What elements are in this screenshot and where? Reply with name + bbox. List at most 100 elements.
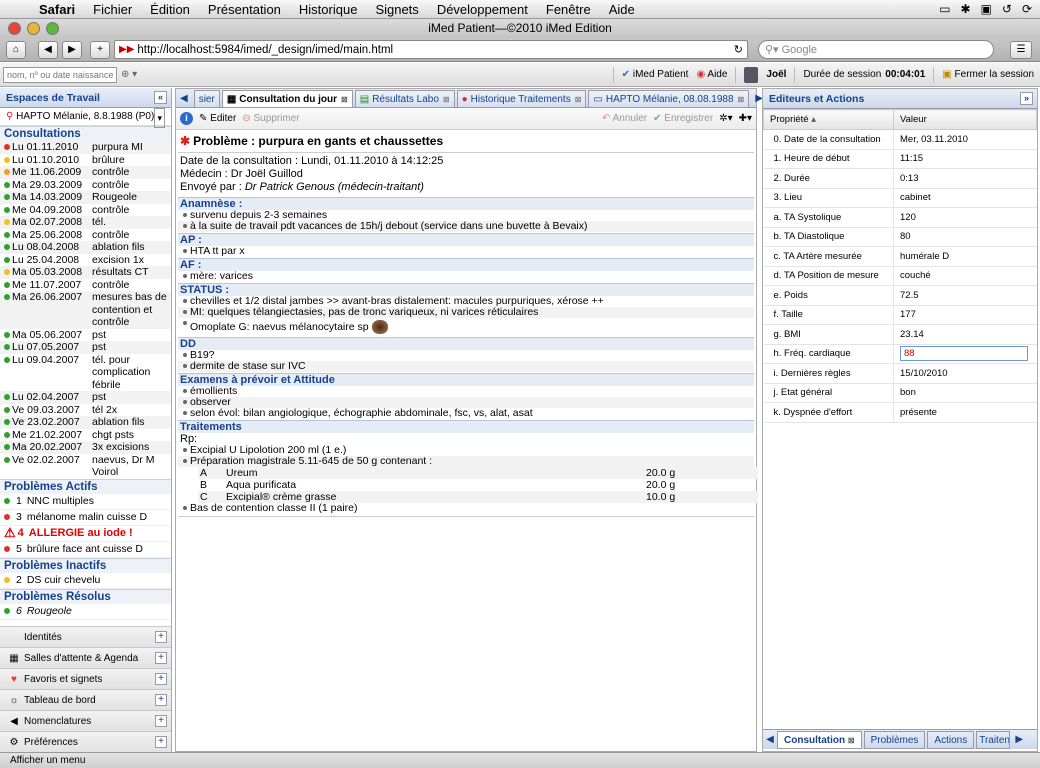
accordion-item[interactable]: ◀ Nomenclatures + [0, 710, 171, 731]
save-button[interactable]: ✔ Enregistrer [653, 113, 713, 124]
property-row[interactable]: f. Taille 177 [763, 305, 1037, 325]
property-row[interactable]: h. Fréq. cardiaque 88 [763, 344, 1037, 364]
close-tab-icon[interactable]: ⊠ [848, 736, 855, 745]
expand-button[interactable]: + [155, 652, 167, 664]
property-column-header[interactable]: Propriété ▴ [763, 109, 894, 130]
property-row[interactable]: i. Dernières règles 15/10/2010 [763, 363, 1037, 384]
tab-actions[interactable]: Actions [927, 730, 975, 749]
property-row[interactable]: e. Poids 72.5 [763, 285, 1037, 306]
close-tab-icon[interactable]: ⊠ [575, 95, 582, 104]
consultation-item[interactable]: Ve 23.02.2007 ablation fils [0, 416, 171, 429]
consultation-item[interactable]: Lu 09.04.2007 tél. pour complication fébr… [0, 353, 171, 391]
expand-button[interactable]: + [155, 694, 167, 706]
minimize-window-icon[interactable] [27, 22, 40, 35]
consultation-item[interactable]: Me 11.06.2009 contrôle [0, 166, 171, 179]
back-button[interactable]: ◀ [38, 40, 58, 59]
delete-button[interactable]: ⊖ Supprimer [242, 113, 299, 124]
consultation-item[interactable]: Lu 07.05.2007 pst [0, 341, 171, 354]
add-menu-icon[interactable]: ✚▾ [739, 113, 752, 124]
consultation-item[interactable]: Ve 02.02.2007 naevus, Dr M Voirol [0, 453, 171, 479]
consultation-item[interactable]: Lu 08.04.2008 ablation fils [0, 241, 171, 254]
property-value-input[interactable]: 88 [900, 346, 1028, 362]
property-value[interactable]: humérale D [893, 246, 1037, 267]
accordion-item[interactable]: ▦ Salles d'attente & Agenda + [0, 647, 171, 668]
google-search-input[interactable]: ⚲▾ Google [758, 40, 994, 59]
property-row[interactable]: c. TA Artère mesurée humérale D [763, 246, 1037, 267]
consultation-item[interactable]: Ma 26.06.2007 mesures bas de contention e… [0, 291, 171, 329]
consultation-item[interactable]: Ma 29.03.2009 contrôle [0, 178, 171, 191]
expand-button[interactable]: + [155, 673, 167, 685]
bluetooth-icon[interactable]: ✱ [960, 2, 970, 16]
property-value[interactable]: bon [893, 383, 1037, 403]
property-row[interactable]: 3. Lieu cabinet [763, 188, 1037, 208]
property-row[interactable]: k. Dyspnée d'effort présente [763, 402, 1037, 423]
property-value[interactable]: cabinet [893, 188, 1037, 208]
close-tab-icon[interactable]: ⊠ [738, 95, 745, 104]
property-value[interactable]: 88 [893, 344, 1037, 364]
consultation-item[interactable]: Lu 01.10.2010 brûlure [0, 153, 171, 166]
tab-consultation[interactable]: Consultation ⊠ [777, 730, 862, 749]
property-value[interactable]: présente [893, 402, 1037, 423]
tab-consultation-du-jour[interactable]: ▦ Consultation du jour ⊠ [221, 90, 353, 107]
consultation-item[interactable]: Ma 14.03.2009 Rougeole [0, 191, 171, 204]
property-value[interactable]: 177 [893, 305, 1037, 325]
problem-item[interactable]: 1 NNC multiples [0, 494, 171, 510]
consultation-item[interactable]: Ma 20.02.2007 3x excisions [0, 441, 171, 454]
forward-button[interactable]: ▶ [62, 40, 82, 59]
expand-button[interactable]: + [155, 715, 167, 727]
tab-resultats-labo[interactable]: ▤ Résultats Labo ⊠ [354, 90, 455, 107]
close-window-icon[interactable] [8, 22, 21, 35]
menu-aide[interactable]: Aide [600, 2, 644, 17]
zoom-window-icon[interactable] [46, 22, 59, 35]
patient-search-icon[interactable]: ⊕ ▾ [121, 69, 137, 80]
close-session-link[interactable]: ▣ Fermer la session [942, 69, 1034, 80]
property-value[interactable]: 23.14 [893, 324, 1037, 345]
property-value[interactable]: 80 [893, 227, 1037, 247]
gear-icon[interactable]: ✲▾ [719, 113, 732, 124]
consultation-item[interactable]: Ma 05.06.2007 pst [0, 328, 171, 341]
tab-traitements[interactable]: Traiten [976, 730, 1011, 749]
patient-line[interactable]: ⚲ HAPTO Mélanie, 8.8.1988 (P0) ▾ [0, 108, 171, 128]
spaces-icon[interactable]: ▣ [981, 2, 992, 16]
consultation-item[interactable]: Lu 25.04.2008 excision 1x [0, 253, 171, 266]
property-value[interactable]: 11:15 [893, 149, 1037, 169]
expand-button[interactable]: + [155, 631, 167, 643]
accordion-item[interactable]: ♥ Favoris et signets + [0, 668, 171, 689]
battery-icon[interactable]: ▭ [939, 2, 950, 16]
tab-dossier[interactable]: sier [193, 90, 220, 107]
info-icon[interactable]: i [180, 112, 193, 125]
menu-app[interactable]: Safari [30, 2, 84, 17]
tab-scroll-left[interactable]: ◀ [176, 90, 192, 107]
cancel-button[interactable]: ↶ Annuler [602, 113, 647, 124]
consultation-item[interactable]: Ma 05.03.2008 résultats CT [0, 266, 171, 279]
property-row[interactable]: 0. Date de la consultation Mer, 03.11.201… [763, 129, 1037, 150]
tab-scroll-right[interactable]: ▶ [1012, 734, 1026, 745]
accordion-item[interactable]: ☼ Tableau de bord + [0, 689, 171, 710]
sync-icon[interactable]: ⟳ [1022, 2, 1032, 16]
close-tab-icon[interactable]: ⊠ [443, 95, 450, 104]
consultation-item[interactable]: Me 21.02.2007 chgt psts [0, 428, 171, 441]
patient-menu-icon[interactable]: ▾ [154, 108, 165, 128]
property-row[interactable]: a. TA Systolique 120 [763, 207, 1037, 228]
tab-historique-traitements[interactable]: ● Historique Traitements ⊠ [456, 90, 587, 107]
problem-item[interactable]: 3 mélanome malin cuisse D [0, 510, 171, 526]
url-field[interactable]: ▶▶ http://localhost:5984/imed/_design/im… [114, 40, 748, 59]
expand-button[interactable]: + [155, 736, 167, 748]
consultation-item[interactable]: Me 11.07.2007 contrôle [0, 278, 171, 291]
menu-fichier[interactable]: Fichier [84, 2, 141, 17]
problem-item[interactable]: 5 brûlure face ant cuisse D [0, 542, 171, 558]
consultation-item[interactable]: Lu 02.04.2007 pst [0, 391, 171, 404]
collapse-right-button[interactable]: » [1020, 92, 1033, 105]
collapse-left-button[interactable]: « [154, 91, 167, 104]
problem-item[interactable]: ⚠ 4 ALLERGIE au iode ! [0, 525, 171, 542]
property-row[interactable]: 2. Durée 0:13 [763, 168, 1037, 189]
consultation-item[interactable]: Ma 25.06.2008 contrôle [0, 228, 171, 241]
tab-problemes[interactable]: Problèmes [863, 730, 926, 749]
menu-developpement[interactable]: Développement [428, 2, 537, 17]
reload-icon[interactable]: ↻ [734, 43, 747, 56]
time-machine-icon[interactable]: ↺ [1002, 2, 1012, 16]
property-value[interactable]: 72.5 [893, 285, 1037, 306]
home-button[interactable]: ⌂ [6, 40, 26, 59]
menu-presentation[interactable]: Présentation [199, 2, 290, 17]
menu-fenetre[interactable]: Fenêtre [537, 2, 600, 17]
